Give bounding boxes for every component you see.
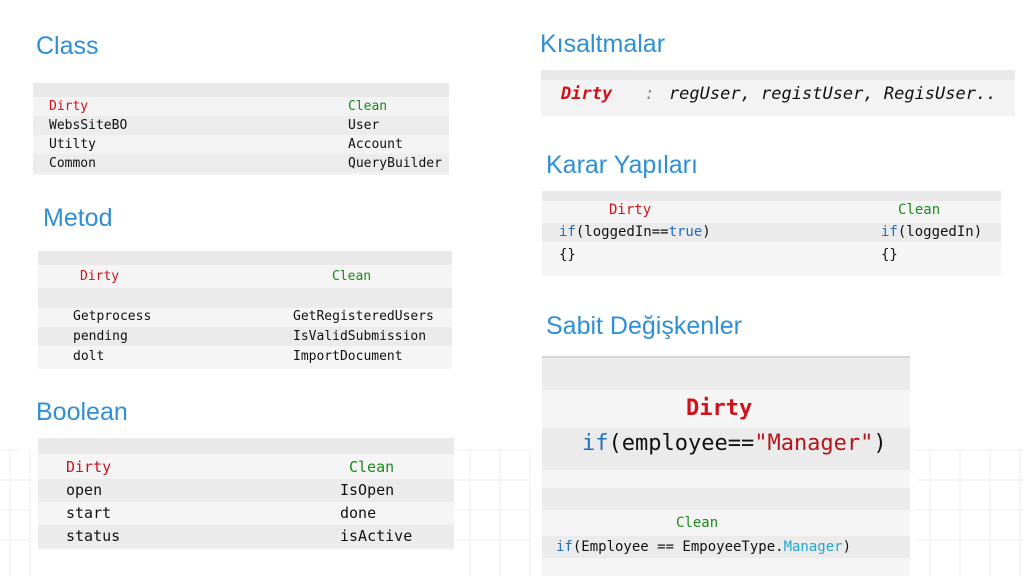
class-clean-label: Clean (348, 99, 388, 114)
karar-dirty-label: Dirty (609, 202, 652, 218)
sabit-clean-label: Clean (676, 515, 719, 531)
sabit-clean-if-keyword: if (556, 539, 573, 555)
karar-dirty-if-close: ) (702, 224, 711, 240)
metod-dirty-label: Dirty (80, 269, 120, 284)
metod-clean-item: ImportDocument (293, 349, 403, 364)
boolean-dirty-label: Dirty (66, 458, 112, 476)
sabit-clean-member: Manager (783, 539, 843, 555)
boolean-code-panel: Dirty Clean open IsOpen start done statu… (38, 438, 454, 550)
karar-dirty-true: true (668, 224, 703, 240)
metod-heading: Metod (43, 204, 113, 232)
metod-dirty-item: Getprocess (73, 309, 152, 324)
sabit-clean-code-panel: Clean if(Employee == EmpoyeeType.Manager… (542, 488, 910, 576)
sabit-dirty-if-keyword: if (582, 431, 609, 456)
kisaltmalar-heading: Kısaltmalar (540, 30, 666, 58)
boolean-clean-item: IsOpen (340, 481, 395, 499)
kisaltmalar-dirty-label: Dirty (561, 84, 613, 104)
boolean-dirty-item: start (66, 504, 112, 522)
class-clean-item: QueryBuilder (348, 156, 442, 171)
sabit-dirty-close: ) (873, 431, 887, 456)
kisaltmalar-code-panel: Dirty : regUser, registUser, RegisUser.. (541, 70, 1015, 116)
sabit-clean-close: ) (842, 539, 852, 555)
sabit-dirty-condition: if(employee=="Manager") (582, 428, 887, 460)
class-clean-item: User (348, 118, 380, 133)
karar-clean-if-rest: (loggedIn) (897, 224, 983, 240)
class-dirty-label: Dirty (49, 99, 89, 114)
metod-clean-item: IsValidSubmission (293, 329, 427, 344)
karar-dirty-condition: if(loggedIn==true) (559, 223, 711, 242)
boolean-clean-item: done (340, 504, 377, 522)
sabit-dirty-open: (employee== (608, 431, 755, 456)
class-code-panel: Dirty Clean WebsSiteBO User Utilty Accou… (33, 83, 449, 175)
kisaltmalar-values: regUser, registUser, RegisUser.. (668, 84, 997, 104)
boolean-heading: Boolean (36, 398, 128, 426)
karar-dirty-braces: {} (559, 247, 576, 263)
karar-code-panel: Dirty Clean if(loggedIn==true) if(logged… (542, 191, 1001, 276)
karar-clean-braces: {} (881, 247, 898, 263)
sabit-clean-open: (Employee == EmpoyeeType. (572, 539, 784, 555)
metod-dirty-item: dolt (73, 349, 105, 364)
metod-clean-item: GetRegisteredUsers (293, 309, 434, 324)
class-dirty-item: Common (49, 156, 96, 171)
metod-code-panel: Dirty Clean Getprocess GetRegisteredUser… (38, 251, 452, 369)
boolean-clean-item: isActive (340, 527, 413, 545)
sabit-dirty-label: Dirty (686, 396, 753, 421)
sabit-clean-condition: if(Employee == EmpoyeeType.Manager) (556, 537, 851, 557)
boolean-dirty-item: status (66, 527, 121, 545)
karar-clean-label: Clean (898, 202, 941, 218)
sabit-heading: Sabit Değişkenler (546, 312, 742, 340)
boolean-clean-label: Clean (349, 458, 395, 476)
class-heading: Class (36, 32, 99, 60)
class-dirty-item: Utilty (49, 137, 96, 152)
class-dirty-item: WebsSiteBO (49, 118, 128, 133)
boolean-dirty-item: open (66, 481, 103, 499)
metod-dirty-item: pending (73, 329, 128, 344)
sabit-dirty-code-panel: Dirty if(employee=="Manager") (542, 356, 910, 490)
karar-clean-if-keyword: if (881, 224, 898, 240)
metod-clean-label: Clean (332, 269, 372, 284)
karar-dirty-if-keyword: if (559, 224, 576, 240)
karar-clean-condition: if(loggedIn) (881, 223, 982, 242)
kisaltmalar-separator: : (644, 84, 655, 104)
sabit-dirty-string: "Manager" (754, 431, 874, 456)
karar-heading: Karar Yapıları (546, 151, 698, 179)
class-clean-item: Account (348, 137, 403, 152)
karar-dirty-if-open: (loggedIn== (575, 224, 669, 240)
